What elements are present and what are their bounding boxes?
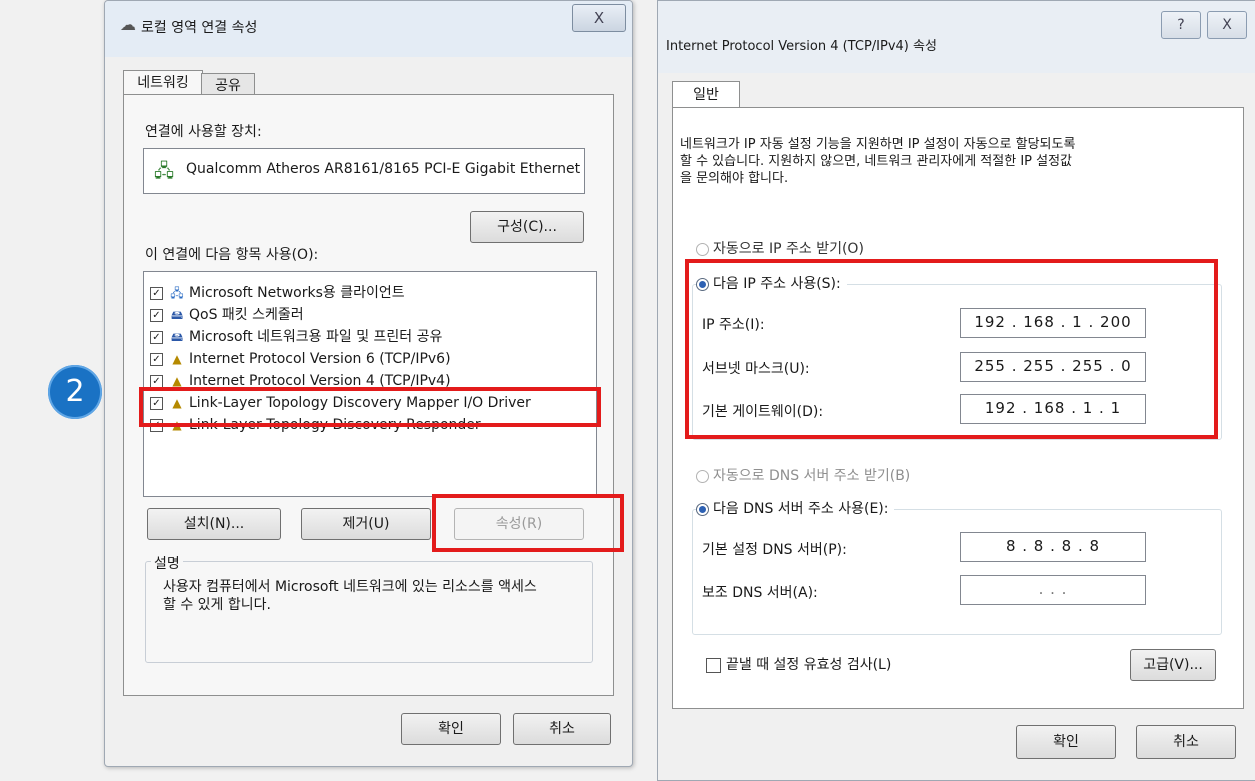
connect-using-label: 연결에 사용할 장치: [145,124,262,140]
radio-button[interactable] [696,242,709,256]
validate-on-exit-label: 끝낼 때 설정 유효성 검사(L) [726,657,892,673]
checkbox[interactable]: ✓ [150,374,163,388]
description-text-line2: 할 수 있게 합니다. [163,597,271,613]
adapter-name: Qualcomm Atheros AR8161/8165 PCI-E Gigab… [186,161,581,177]
intro-text-line3: 을 문의해야 합니다. [680,171,789,186]
tab-sharing[interactable]: 공유 [201,73,255,95]
manual-dns-label: 다음 DNS 서버 주소 사용(E): [713,501,889,517]
adapter-icon: 🖧 [154,161,175,182]
description-label: 설명 [151,553,183,573]
list-item[interactable]: ✓ ▲ Internet Protocol Version 6 (TCP/IPv6) [150,348,451,370]
list-item-label: Microsoft 네트워크용 파일 및 프린터 공유 [189,329,443,345]
service-icon: 🖴 [170,308,184,322]
manual-dns-radio[interactable]: 다음 DNS 서버 주소 사용(E): [696,498,895,518]
auto-dns-label: 자동으로 DNS 서버 주소 받기(B) [713,468,911,484]
uninstall-button[interactable]: 제거(U) [301,508,431,540]
highlight-properties-box [432,494,624,552]
checkbox[interactable]: ✓ [150,308,163,322]
tab-general[interactable]: 일반 [672,81,740,108]
alternate-dns-label: 보조 DNS 서버(A): [702,585,818,601]
ipv4-properties-dialog: Internet Protocol Version 4 (TCP/IPv4) 속… [657,0,1255,781]
list-item-label: Microsoft Networks용 클라이언트 [189,285,405,301]
local-area-connection-properties-dialog: ☁ 로컬 영역 연결 속성 X 네트워킹 공유 연결에 사용할 장치: 🖧 Qu… [104,0,633,767]
validate-on-exit-checkbox[interactable]: 끝낼 때 설정 유효성 검사(L) [706,654,891,674]
dialog-title: Internet Protocol Version 4 (TCP/IPv4) 속… [666,39,937,54]
cancel-button[interactable]: 취소 [1136,725,1236,759]
cancel-button[interactable]: 취소 [513,713,611,745]
close-button[interactable]: X [572,4,626,32]
components-listbox[interactable]: ✓ 🖧 Microsoft Networks용 클라이언트 ✓ 🖴 QoS 패킷 스케줄… [143,271,597,497]
list-item[interactable]: ✓ 🖧 Microsoft Networks용 클라이언트 [150,282,405,304]
list-item[interactable]: ✓ 🖴 QoS 패킷 스케줄러 [150,304,304,326]
items-label: 이 연결에 다음 항목 사용(O): [145,247,319,263]
radio-button[interactable] [696,502,709,516]
help-button[interactable]: ? [1161,11,1201,39]
ok-button[interactable]: 확인 [401,713,501,745]
install-button[interactable]: 설치(N)... [147,508,281,540]
list-item-label: Internet Protocol Version 6 (TCP/IPv6) [189,351,451,367]
auto-ip-radio[interactable]: 자동으로 IP 주소 받기(O) [696,238,864,258]
dialog-title: 로컬 영역 연결 속성 [141,20,258,36]
description-text-line1: 사용자 컴퓨터에서 Microsoft 네트워크에 있는 리소스를 액세스 [163,579,537,595]
tab-networking[interactable]: 네트워킹 [123,70,203,95]
ok-button[interactable]: 확인 [1016,725,1116,759]
network-adapter-icon: ☁ [120,15,136,34]
auto-ip-label: 자동으로 IP 주소 받기(O) [713,241,864,257]
adapter-box: 🖧 Qualcomm Atheros AR8161/8165 PCI-E Gig… [143,148,585,194]
preferred-dns-label: 기본 설정 DNS 서버(P): [702,542,847,558]
list-item[interactable]: ✓ 🖴 Microsoft 네트워크용 파일 및 프린터 공유 [150,326,442,348]
preferred-dns-field[interactable]: 8 . 8 . 8 . 8 [960,532,1146,562]
service-icon: 🖴 [170,330,184,344]
checkbox[interactable] [706,657,721,673]
checkbox[interactable]: ✓ [150,286,163,300]
dns-settings-group [692,509,1222,635]
close-button[interactable]: X [1207,11,1247,39]
network-client-icon: 🖧 [170,286,184,300]
highlight-ipv4-box [139,387,601,427]
checkbox[interactable]: ✓ [150,330,163,344]
radio-button[interactable] [696,469,709,483]
protocol-icon: ▲ [172,352,182,366]
checkbox[interactable]: ✓ [150,352,163,366]
highlight-ip-settings-box [685,259,1218,439]
advanced-button[interactable]: 고급(V)... [1130,649,1216,681]
auto-dns-radio[interactable]: 자동으로 DNS 서버 주소 받기(B) [696,465,910,485]
alternate-dns-field[interactable]: . . . [960,575,1146,605]
configure-button[interactable]: 구성(C)... [470,211,584,243]
step-number-badge: 2 [48,365,102,419]
list-item-label: QoS 패킷 스케줄러 [189,307,304,323]
